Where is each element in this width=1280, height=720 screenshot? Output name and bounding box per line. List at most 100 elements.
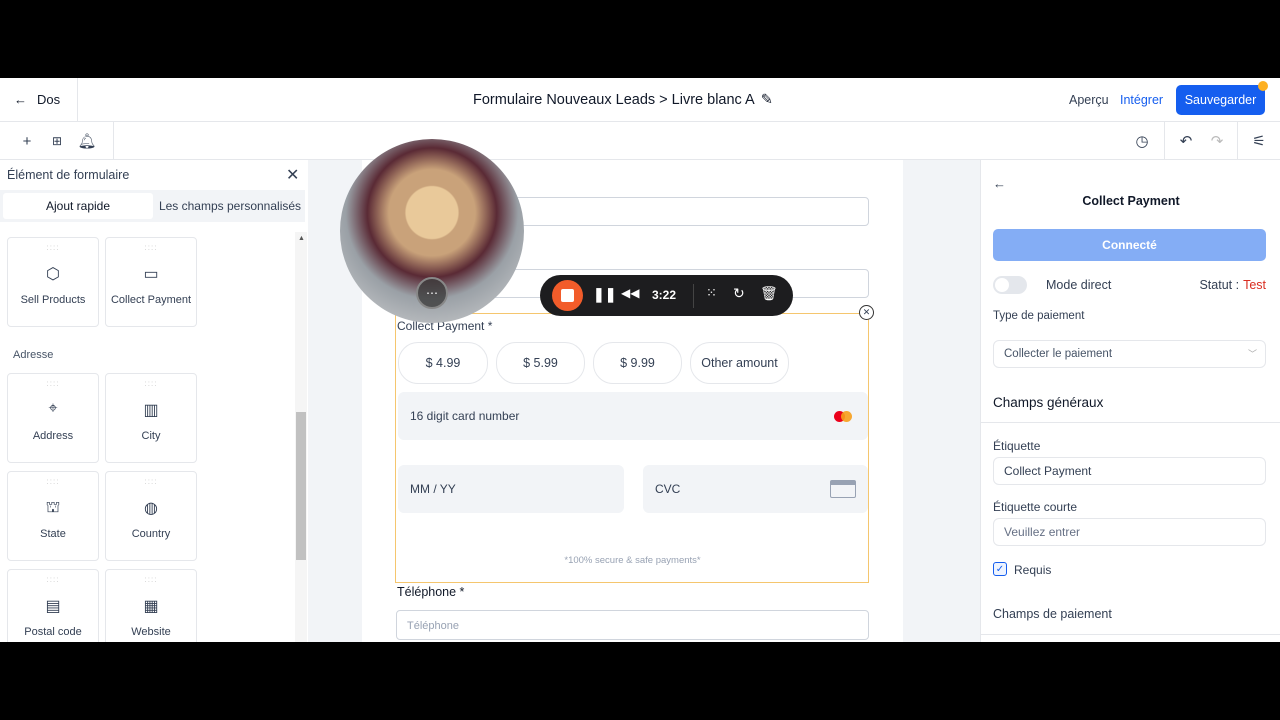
drag-handle-icon[interactable]: :::: [8,380,98,388]
phone-label: Téléphone * [397,585,465,599]
scrollbar[interactable]: ▲ [295,232,307,642]
section-address: Adresse [13,349,54,361]
payment-fields-heading[interactable]: Champs de paiement [993,607,1112,621]
amount-option[interactable]: $ 4.99 [398,342,488,384]
required-checkbox[interactable]: ✓ [993,562,1007,576]
redo-icon[interactable]: ↷ [1208,132,1226,150]
history-icon[interactable]: ◷ [1133,132,1151,150]
back-button[interactable]: ← Dos [14,92,60,107]
arrow-left-icon: ← [14,92,27,107]
cvc-input[interactable]: CVC [643,465,868,513]
divider [1164,122,1165,160]
card-icon: ▭ [143,266,159,283]
drag-handle-icon[interactable]: :::: [106,380,196,388]
tile-label: Postal code [24,626,82,638]
expiry-placeholder: MM / YY [410,482,456,496]
back-arrow-icon[interactable]: ← [993,176,1006,191]
settings-sliders-icon[interactable]: ⚟ [1250,132,1268,150]
amount-option-other[interactable]: Other amount [690,342,789,384]
rewind-icon[interactable]: ◀◀ [621,286,639,300]
stop-recording-button[interactable] [552,280,583,311]
tile-label: Website [131,626,171,638]
mode-direct-label: Mode direct [1046,278,1112,292]
website-icon: ▦ [143,598,159,615]
map-pin-icon: ⌖ [48,400,58,417]
chevron-down-icon: ﹀ [1247,349,1257,359]
city-icon: ▥ [143,402,159,419]
tile-postal-code[interactable]: :::: ▤ Postal code [7,569,99,642]
drag-handle-icon[interactable]: :::: [106,478,196,486]
plus-icon[interactable]: + [18,132,36,150]
card-placeholder: 16 digit card number [410,409,520,423]
grid-icon[interactable]: ⁙ [706,285,717,301]
header: ← Dos Formulaire Nouveaux Leads > Livre b… [0,78,1280,122]
close-icon[interactable]: ✕ [286,165,299,185]
remove-field-icon[interactable]: ✕ [859,305,874,320]
status-label: Statut : [1199,278,1240,292]
payment-type-select[interactable]: Collecter le paiement ﹀ [993,340,1266,368]
status: Statut : Test [1199,278,1266,292]
amount-option[interactable]: $ 5.99 [496,342,585,384]
recording-time: 3:22 [652,288,677,302]
tabs: Ajout rapide Les champs personnalisés [0,190,305,222]
amount-option[interactable]: $ 9.99 [593,342,682,384]
label-value: Collect Payment [1004,464,1092,478]
drag-handle-icon[interactable]: :::: [8,244,98,252]
tile-address[interactable]: :::: ⌖ Address [7,373,99,463]
drag-handle-icon[interactable]: :::: [106,244,196,252]
status-badge: Test [1243,278,1266,292]
label-input[interactable]: Collect Payment [993,457,1266,485]
box-icon: ⬡ [46,266,60,283]
tile-label: State [40,528,66,540]
unsaved-dot [1258,81,1268,91]
tile-collect-payment[interactable]: :::: ▭ Collect Payment [105,237,197,327]
bell-icon[interactable]: 🔔︎ [77,132,96,150]
tile-website[interactable]: :::: ▦Website [105,569,197,642]
tile-sell-products[interactable]: :::: ⬡ Sell Products [7,237,99,327]
field-settings-panel: ← Collect Payment Connecté Mode direct S… [980,160,1280,642]
trash-icon[interactable]: 🗑︎ [760,285,778,302]
pause-icon[interactable]: ❚❚ [593,286,616,303]
phone-input[interactable]: Téléphone [396,610,869,640]
undo-icon[interactable]: ↶ [1177,132,1195,150]
tile-label: Country [131,528,171,540]
layout-icon[interactable]: ⊞ [48,132,66,150]
title-text: Formulaire Nouveaux Leads > Livre blanc … [473,92,755,108]
globe-icon: ◍ [144,500,158,517]
payment-type-value: Collecter le paiement [1004,348,1113,360]
webcam-overlay[interactable]: ⋯ [340,139,524,323]
card-number-input[interactable]: 16 digit card number [398,392,868,440]
tab-quick-add[interactable]: Ajout rapide [3,193,153,219]
divider [981,634,1280,635]
integrate-link[interactable]: Intégrer [1120,93,1163,107]
secure-note: *100% secure & safe payments* [564,555,701,566]
short-label-input[interactable]: Veuillez entrer [993,518,1266,546]
back-label: Dos [37,92,61,107]
mastercard-icon [834,411,852,422]
scroll-up-icon[interactable]: ▲ [298,235,305,242]
cvc-placeholder: CVC [655,482,681,496]
preview-link[interactable]: Aperçu [1069,93,1109,107]
page-title: Formulaire Nouveaux Leads > Livre blanc … [473,92,773,108]
tile-city[interactable]: :::: ▥ City [105,373,197,463]
divider [77,78,78,122]
restart-icon[interactable]: ↻ [733,285,745,302]
tab-custom-fields[interactable]: Les champs personnalisés [155,193,305,219]
drag-handle-icon[interactable]: :::: [8,478,98,486]
more-options-icon[interactable]: ⋯ [416,277,448,309]
save-button[interactable]: Sauvegarder [1176,85,1265,115]
form-elements-panel: Élément de formulaire ✕ Ajout rapide Les… [0,160,308,642]
mode-direct-toggle[interactable] [993,276,1027,294]
tile-state[interactable]: :::: ⛫State [7,471,99,561]
connected-button[interactable]: Connecté [993,229,1266,261]
short-label-placeholder: Veuillez entrer [1004,525,1081,539]
label-field-label: Étiquette [993,439,1041,453]
drag-handle-icon[interactable]: :::: [8,576,98,584]
tile-country[interactable]: :::: ◍Country [105,471,197,561]
scrollbar-thumb[interactable] [296,412,306,560]
state-building-icon: ⛫ [45,499,61,516]
drag-handle-icon[interactable]: :::: [106,576,196,584]
pencil-icon[interactable]: ✎ [761,92,773,108]
general-fields-heading[interactable]: Champs généraux [993,395,1103,410]
expiry-input[interactable]: MM / YY [398,465,624,513]
